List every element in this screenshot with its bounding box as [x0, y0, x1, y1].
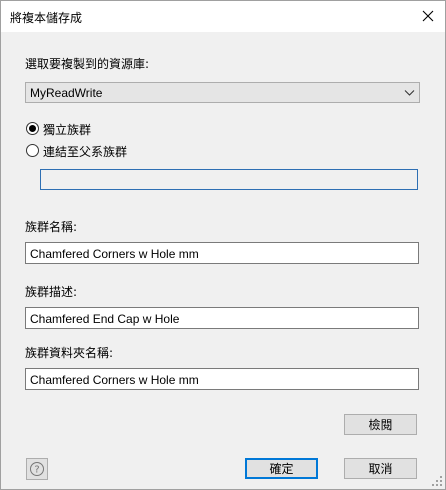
family-name-input[interactable]: Chamfered Corners w Hole mm [25, 242, 419, 264]
family-name-label: 族群名稱: [25, 220, 78, 234]
standalone-family-label[interactable]: 獨立族群 [43, 121, 91, 138]
family-description-label: 族群描述: [25, 285, 78, 299]
ok-button[interactable]: 確定 [245, 458, 318, 479]
window-title: 將複本儲存成 [10, 11, 83, 25]
close-button[interactable] [415, 4, 441, 28]
resize-grip-icon[interactable] [431, 475, 443, 487]
close-icon [422, 10, 434, 22]
svg-text:?: ? [34, 465, 39, 476]
title-bar[interactable]: 將複本儲存成 [1, 1, 445, 32]
library-dropdown[interactable]: MyReadWrite [25, 82, 420, 103]
folder-name-value: Chamfered Corners w Hole mm [30, 373, 199, 387]
family-name-value: Chamfered Corners w Hole mm [30, 247, 199, 261]
family-description-value: Chamfered End Cap w Hole [30, 312, 180, 326]
save-copy-dialog: 將複本儲存成 選取要複製到的資源庫: MyReadWrite 獨立族群 連結至父… [0, 0, 446, 490]
help-icon: ? [30, 462, 44, 476]
link-parent-family-radio[interactable] [26, 144, 39, 157]
folder-name-label: 族群資料夾名稱: [25, 346, 114, 360]
browse-button[interactable]: 檢閱 [344, 414, 417, 435]
help-button[interactable]: ? [26, 458, 48, 480]
library-label: 選取要複製到的資源庫: [25, 57, 150, 71]
library-selected-value: MyReadWrite [30, 86, 103, 100]
chevron-down-icon [404, 90, 415, 96]
cancel-button[interactable]: 取消 [344, 458, 417, 479]
parent-family-field[interactable] [40, 169, 418, 190]
link-parent-family-label[interactable]: 連結至父系族群 [43, 143, 127, 160]
standalone-family-radio[interactable] [26, 122, 39, 135]
folder-name-input[interactable]: Chamfered Corners w Hole mm [25, 368, 419, 390]
family-description-input[interactable]: Chamfered End Cap w Hole [25, 307, 419, 329]
